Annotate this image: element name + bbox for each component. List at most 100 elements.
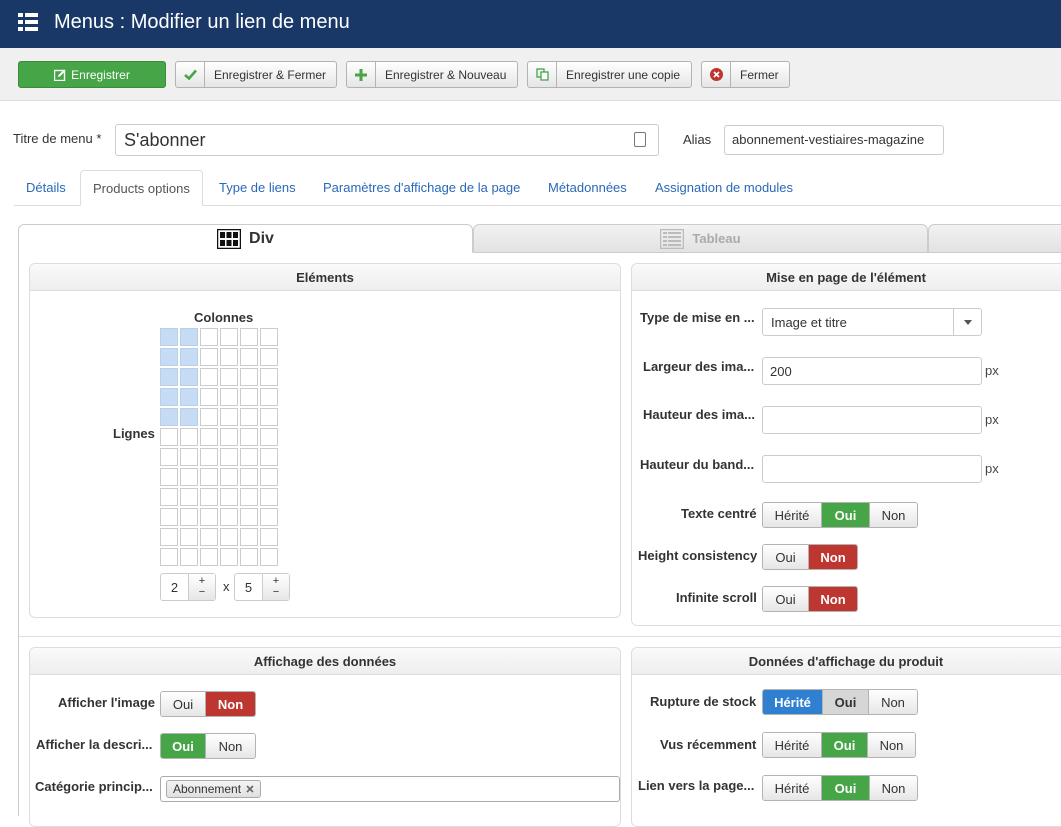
grid-cell[interactable] — [240, 388, 258, 406]
consistency-no-button[interactable]: Non — [809, 545, 857, 569]
link-no-button[interactable]: Non — [870, 776, 917, 800]
consistency-yes-button[interactable]: Oui — [763, 545, 809, 569]
grid-cell[interactable] — [200, 428, 218, 446]
grid-cell[interactable] — [260, 408, 278, 426]
grid-cell[interactable] — [160, 548, 178, 566]
grid-cell[interactable] — [220, 508, 238, 526]
grid-cell[interactable] — [200, 408, 218, 426]
grid-cell[interactable] — [220, 548, 238, 566]
grid-cell[interactable] — [240, 508, 258, 526]
grid-cell[interactable] — [220, 428, 238, 446]
tab-table[interactable]: Tableau — [473, 224, 928, 253]
grid-cell[interactable] — [260, 488, 278, 506]
desc-no-button[interactable]: Non — [206, 734, 255, 758]
grid-cell[interactable] — [260, 468, 278, 486]
title-input[interactable]: S'abonner — [115, 124, 659, 156]
layout-type-select[interactable]: Image et titre — [762, 308, 982, 336]
out-of-stock-toggle[interactable]: Hérité Oui Non — [762, 689, 918, 715]
grid-cell[interactable] — [240, 348, 258, 366]
grid-cell[interactable] — [240, 528, 258, 546]
tab-div[interactable]: Div — [18, 224, 473, 253]
save-close-button[interactable]: Enregistrer & Fermer — [175, 61, 337, 88]
tab-metadata[interactable]: Métadonnées — [536, 170, 639, 206]
infinite-yes-button[interactable]: Oui — [763, 587, 809, 611]
center-no-button[interactable]: Non — [870, 503, 917, 527]
grid-cell[interactable] — [240, 428, 258, 446]
grid-cell[interactable] — [180, 548, 198, 566]
show-image-toggle[interactable]: Oui Non — [160, 691, 256, 717]
grid-cell[interactable] — [180, 348, 198, 366]
grid-cell[interactable] — [160, 388, 178, 406]
category-input[interactable]: Abonnement — [160, 776, 620, 802]
tab-details[interactable]: Détails — [14, 170, 78, 206]
center-yes-button[interactable]: Oui — [822, 503, 870, 527]
grid-cell[interactable] — [220, 348, 238, 366]
grid-cell[interactable] — [200, 508, 218, 526]
grid-cell[interactable] — [180, 408, 198, 426]
grid-cell[interactable] — [220, 528, 238, 546]
grid-cell[interactable] — [240, 468, 258, 486]
rows-stepper[interactable]: 2 + − — [160, 573, 216, 601]
product-link-toggle[interactable]: Hérité Oui Non — [762, 775, 918, 801]
grid-cell[interactable] — [260, 368, 278, 386]
save-new-button[interactable]: Enregistrer & Nouveau — [346, 61, 518, 88]
grid-cell[interactable] — [180, 368, 198, 386]
cols-stepper[interactable]: 5 + − — [234, 573, 290, 601]
link-inherit-button[interactable]: Hérité — [763, 776, 822, 800]
tab-products-options[interactable]: Products options — [80, 170, 203, 206]
tab-page-display[interactable]: Paramètres d'affichage de la page — [311, 170, 532, 206]
grid-cell[interactable] — [160, 448, 178, 466]
tab-module-assignment[interactable]: Assignation de modules — [643, 170, 805, 206]
grid-cell[interactable] — [260, 508, 278, 526]
grid-cell[interactable] — [200, 468, 218, 486]
grid-cell[interactable] — [240, 328, 258, 346]
grid-cell[interactable] — [160, 508, 178, 526]
grid-cell[interactable] — [180, 328, 198, 346]
grid-cell[interactable] — [160, 348, 178, 366]
grid-cell[interactable] — [200, 348, 218, 366]
grid-cell[interactable] — [160, 408, 178, 426]
grid-cell[interactable] — [260, 388, 278, 406]
grid-cell[interactable] — [200, 488, 218, 506]
height-consistency-toggle[interactable]: Oui Non — [762, 544, 858, 570]
grid-cell[interactable] — [260, 328, 278, 346]
image-height-input[interactable] — [762, 406, 982, 434]
grid-cell[interactable] — [200, 448, 218, 466]
desc-yes-button[interactable]: Oui — [161, 734, 206, 758]
grid-cell[interactable] — [160, 428, 178, 446]
band-height-input[interactable] — [762, 455, 982, 483]
category-chip[interactable]: Abonnement — [166, 780, 262, 798]
grid-cell[interactable] — [160, 468, 178, 486]
grid-cell[interactable] — [220, 368, 238, 386]
grid-cell[interactable] — [200, 548, 218, 566]
grid-cell[interactable] — [220, 408, 238, 426]
rows-plus-minus[interactable]: + − — [188, 574, 215, 600]
grid-cell[interactable] — [260, 528, 278, 546]
grid-cell[interactable] — [200, 368, 218, 386]
recently-viewed-toggle[interactable]: Hérité Oui Non — [762, 732, 916, 758]
stock-yes-button[interactable]: Oui — [823, 690, 869, 714]
image-yes-button[interactable]: Oui — [161, 692, 206, 716]
close-button[interactable]: Fermer — [701, 61, 790, 88]
grid-cell[interactable] — [260, 448, 278, 466]
recent-yes-button[interactable]: Oui — [822, 733, 868, 757]
stock-no-button[interactable]: Non — [869, 690, 917, 714]
image-no-button[interactable]: Non — [206, 692, 255, 716]
recent-inherit-button[interactable]: Hérité — [763, 733, 822, 757]
grid-cell[interactable] — [180, 468, 198, 486]
stock-inherit-button[interactable]: Hérité — [763, 690, 823, 714]
grid-cell[interactable] — [240, 448, 258, 466]
grid-cell[interactable] — [220, 468, 238, 486]
grid-cell[interactable] — [240, 368, 258, 386]
grid-cell[interactable] — [180, 488, 198, 506]
grid-cell[interactable] — [240, 488, 258, 506]
grid-cell[interactable] — [200, 328, 218, 346]
tab-more[interactable] — [928, 224, 1061, 253]
grid-cell[interactable] — [260, 348, 278, 366]
grid-cell[interactable] — [220, 388, 238, 406]
image-width-input[interactable]: 200 — [762, 357, 982, 385]
grid-cell[interactable] — [160, 488, 178, 506]
grid-cell[interactable] — [180, 448, 198, 466]
tab-link-type[interactable]: Type de liens — [207, 170, 308, 206]
grid-cell[interactable] — [160, 368, 178, 386]
